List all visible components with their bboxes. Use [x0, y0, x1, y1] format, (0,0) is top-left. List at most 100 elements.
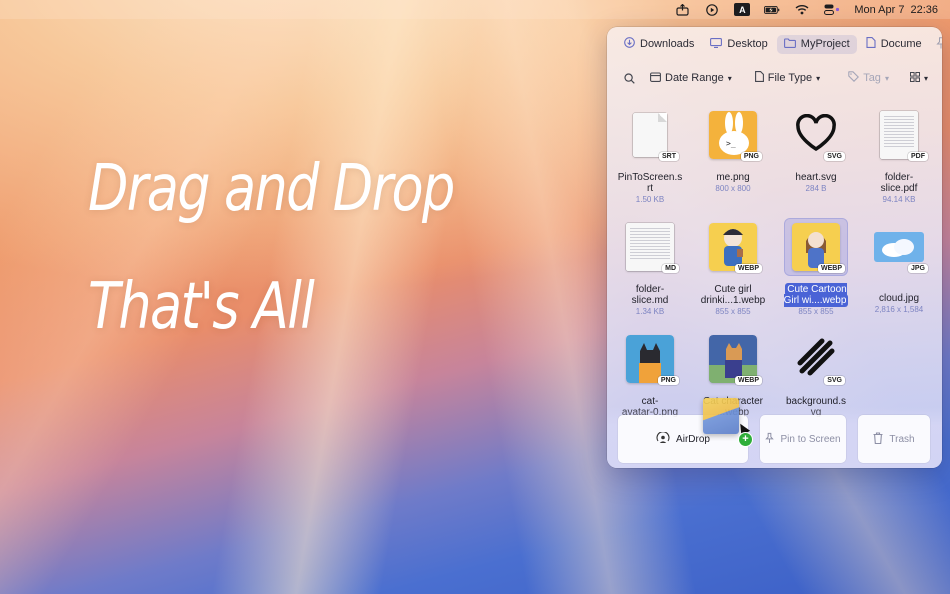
tag-icon	[848, 71, 860, 85]
chevron-down-icon: ▾	[816, 73, 821, 83]
chevron-down-icon: ▾	[884, 73, 889, 83]
menu-bar: A Mon Apr 7 22:36	[0, 0, 950, 19]
file-meta: 855 x 855	[798, 307, 834, 316]
location-tabs: Downloads Desktop MyProject Docume	[617, 33, 942, 55]
file-type-badge: SRT	[659, 152, 679, 161]
file-type-badge: WEBP	[735, 264, 762, 273]
file-name: heart.svg	[795, 172, 837, 183]
chevron-down-icon: ▾	[727, 73, 732, 83]
file-type-badge: WEBP	[818, 264, 845, 273]
file-shelf-panel: Downloads Desktop MyProject Docume Date …	[607, 27, 942, 468]
wifi-icon[interactable]	[794, 3, 810, 16]
clock[interactable]: Mon Apr 7 22:36	[854, 4, 938, 16]
file-item-selected[interactable]: WEBP Cute Cartoon Girl wi....webp 855 x 8…	[775, 219, 857, 316]
download-icon	[624, 37, 635, 51]
file-item[interactable]: PDF folder-slice.pdf 94.14 KB	[858, 107, 940, 204]
tab-documents[interactable]: Docume	[859, 34, 934, 54]
file-name: PinToScreen.s rt	[617, 172, 683, 194]
file-name: cloud.jpg	[878, 293, 920, 304]
search-icon[interactable]	[624, 72, 635, 84]
file-meta: 284 B	[805, 184, 827, 193]
tab-myproject[interactable]: MyProject	[776, 34, 857, 54]
folder-icon	[783, 37, 796, 51]
file-name: me.png	[716, 172, 750, 183]
document-icon	[866, 37, 876, 51]
file-meta: 1.34 KB	[635, 307, 665, 316]
file-item[interactable]: SRT PinToScreen.s rt 1.50 KB	[609, 107, 691, 204]
battery-charging-icon[interactable]	[764, 3, 780, 16]
file-type-badge: SVG	[824, 376, 845, 385]
grid-view-icon	[909, 71, 920, 85]
tab-downloads[interactable]: Downloads	[617, 34, 701, 54]
file-item[interactable]: SVG heart.svg 284 B	[775, 107, 857, 193]
file-name: folder-slice.md	[631, 284, 669, 306]
file-item[interactable]: >_ PNG me.png 800 x 800	[692, 107, 774, 193]
hero-title-line1: Drag and Drop	[88, 152, 455, 226]
file-item[interactable]: JPG cloud.jpg 2,816 x 1,584	[858, 219, 940, 314]
file-thumbnail: >_ PNG	[702, 107, 764, 163]
srt-file-icon	[633, 113, 667, 157]
file-name: Cute Cartoon Girl wi....webp	[783, 283, 849, 307]
file-meta: 1.50 KB	[635, 195, 665, 204]
file-thumbnail: MD	[619, 219, 681, 275]
file-item[interactable]: WEBP Cute girl drinki...1.webp 855 x 855	[692, 219, 774, 316]
file-type-badge: SVG	[824, 152, 845, 161]
chevron-down-icon: ▾	[923, 73, 928, 83]
file-type-badge: JPG	[907, 264, 928, 273]
cloud-image	[874, 232, 924, 262]
file-meta: 94.14 KB	[882, 195, 916, 204]
share-tray-icon[interactable]	[674, 3, 690, 16]
trash-icon	[873, 431, 883, 447]
file-meta: 2,816 x 1,584	[874, 305, 924, 314]
file-thumbnail: SVG	[785, 331, 847, 387]
menu-date: Mon Apr 7	[854, 3, 905, 16]
tag-filter[interactable]: Tag ▾	[848, 71, 889, 85]
date-range-label: Date Range	[665, 72, 724, 84]
file-meta: 800 x 800	[715, 184, 751, 193]
file-meta: 855 x 855	[715, 307, 751, 316]
file-type-badge: MD	[662, 264, 679, 273]
filter-toolbar: Date Range ▾ File Type ▾ Tag ▾ ▾	[617, 67, 936, 89]
file-thumbnail: PNG	[619, 331, 681, 387]
file-type-filter[interactable]: File Type ▾	[754, 71, 821, 85]
file-thumbnail: JPG	[868, 219, 930, 275]
action-bar: AirDrop Pin to Screen Trash	[618, 415, 931, 463]
stripes-icon	[796, 337, 836, 382]
file-name: folder-slice.pdf	[880, 172, 918, 194]
tab-desktop[interactable]: Desktop	[703, 35, 774, 54]
play-circle-icon[interactable]	[704, 3, 720, 16]
desktop-icon	[710, 37, 723, 51]
file-thumbnail: SRT	[619, 107, 681, 163]
trash-button[interactable]: Trash	[858, 415, 930, 463]
pin-panel-icon[interactable]	[936, 36, 942, 52]
control-center-icon[interactable]	[824, 3, 840, 16]
tab-label: MyProject	[800, 38, 850, 50]
pin-to-screen-button[interactable]: Pin to Screen	[760, 415, 846, 463]
airdrop-icon	[656, 430, 670, 447]
file-type-badge: PDF	[908, 152, 928, 161]
file-icon	[754, 71, 764, 85]
file-thumbnail: WEBP	[785, 219, 847, 275]
view-mode-toggle[interactable]: ▾	[909, 71, 928, 85]
input-source-icon[interactable]: A	[734, 3, 751, 16]
file-type-badge: PNG	[740, 152, 762, 161]
pin-label: Pin to Screen	[780, 433, 841, 445]
file-type-badge: WEBP	[735, 376, 762, 385]
svg-text:>_: >_	[726, 139, 736, 148]
copy-plus-icon: +	[739, 433, 752, 446]
date-range-filter[interactable]: Date Range ▾	[650, 71, 732, 85]
file-item[interactable]: PNG cat-avatar-0.png	[609, 331, 691, 418]
file-item[interactable]: SVG background.svg	[775, 331, 857, 418]
menu-time: 22:36	[910, 3, 938, 16]
trash-label: Trash	[889, 433, 915, 445]
pin-icon	[765, 432, 775, 447]
tab-label: Docume	[880, 38, 922, 50]
file-name: Cute girl drinki...1.webp	[700, 284, 766, 306]
file-item[interactable]: MD folder-slice.md 1.34 KB	[609, 219, 691, 316]
tab-label: Downloads	[640, 38, 695, 50]
file-type-badge: PNG	[657, 376, 679, 385]
drag-preview-image	[703, 398, 739, 434]
hero-title-line2: That's All	[88, 270, 315, 344]
file-thumbnail: PDF	[868, 107, 930, 163]
file-type-label: File Type	[767, 72, 813, 84]
